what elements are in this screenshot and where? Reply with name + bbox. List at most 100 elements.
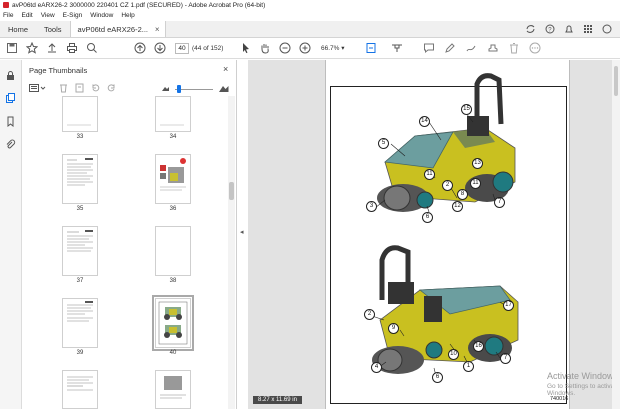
attachments-icon[interactable] — [5, 139, 16, 150]
select-cursor-icon[interactable] — [240, 42, 252, 54]
delete-pages-icon[interactable] — [58, 83, 69, 93]
page-number-input[interactable]: 40 — [175, 43, 189, 54]
menu-help[interactable]: Help — [121, 12, 134, 19]
page-fit-icon[interactable] — [365, 42, 377, 54]
thumbnail-label-40: 40 — [169, 350, 177, 356]
tab-bar: Home Tools avP06td eARX26-2... × ? — [0, 21, 620, 38]
sync-icon[interactable] — [525, 24, 536, 34]
thumbnail-page-34-content — [160, 124, 184, 126]
highlight-pen-icon[interactable] — [444, 42, 456, 54]
callout-2-bottom: 2 — [364, 309, 375, 320]
help-icon[interactable]: ? — [545, 24, 555, 34]
thumbnail-page-34[interactable] — [155, 96, 191, 132]
page-thumbnails-icon[interactable] — [5, 93, 16, 104]
menu-view[interactable]: View — [41, 12, 55, 19]
activate-windows-title: Activate Windows — [547, 371, 619, 381]
document-scrollbar[interactable] — [612, 60, 620, 409]
tab-home[interactable]: Home — [0, 21, 36, 37]
thumbnail-page-36-content — [160, 158, 186, 191]
callout-7-bottom: 7 — [500, 353, 511, 364]
extract-pages-icon[interactable] — [74, 83, 85, 93]
panel-toolbar — [22, 80, 237, 96]
main-toolbar — [0, 38, 620, 59]
thumbnail-size-slider[interactable] — [177, 85, 181, 93]
menu-window[interactable]: Window — [90, 12, 113, 19]
draw-icon[interactable] — [465, 42, 477, 54]
menu-file[interactable]: File — [3, 12, 13, 19]
save-icon[interactable] — [6, 42, 18, 54]
thumbnails-scroll-thumb[interactable] — [229, 182, 234, 200]
callout-9: 9 — [388, 323, 399, 334]
more-tools-icon[interactable] — [529, 42, 541, 54]
menu-bar: File Edit View E-Sign Window Help — [0, 10, 620, 21]
zoom-dropdown[interactable]: 66.7% ▾ — [321, 43, 355, 54]
callout-5: 5 — [378, 138, 389, 149]
previous-page-icon[interactable] — [134, 42, 146, 54]
upload-icon[interactable] — [46, 42, 58, 54]
rotate-cw-icon[interactable] — [106, 83, 117, 93]
callout-11b: 11 — [470, 178, 481, 189]
menu-esign[interactable]: E-Sign — [63, 12, 83, 19]
comment-icon[interactable] — [423, 42, 435, 54]
stamp-icon[interactable] — [487, 42, 499, 54]
thumbnail-larger-icon[interactable] — [218, 83, 229, 93]
callout-15: 15 — [461, 104, 472, 115]
tab-document-label: avP06td eARX26-2... — [77, 24, 148, 34]
thumbnail-label-39: 39 — [76, 350, 84, 356]
thumbnail-label-34: 34 — [169, 134, 177, 140]
thumbnail-page-37[interactable] — [62, 226, 98, 276]
panel-title: Page Thumbnails — [29, 66, 88, 75]
thumbnails-scrollbar[interactable] — [228, 96, 235, 409]
document-scroll-thumb[interactable] — [614, 66, 618, 96]
activate-windows-subtitle: Go to Settings to activate Windows. — [547, 383, 620, 397]
thumbnail-page-35[interactable] — [62, 154, 98, 204]
thumbnail-page-36[interactable] — [155, 154, 191, 204]
thumbnail-label-36: 36 — [169, 206, 177, 212]
roller-illustration-bottom — [371, 245, 519, 377]
zoom-out-icon[interactable] — [279, 42, 291, 54]
lock-icon[interactable] — [5, 70, 16, 81]
page-count-label: (44 of 152) — [192, 45, 224, 52]
thumbnail-page-38[interactable] — [155, 226, 191, 276]
thumbnail-page-37-content — [67, 230, 93, 252]
thumbnail-smaller-icon[interactable] — [160, 83, 171, 93]
sign-in-icon[interactable] — [602, 24, 612, 34]
close-icon[interactable]: × — [155, 25, 160, 34]
callout-11a: 11 — [424, 169, 435, 180]
next-page-icon[interactable] — [154, 42, 166, 54]
search-icon[interactable] — [86, 42, 98, 54]
thumbnail-page-40-content — [158, 301, 188, 345]
options-menu-icon[interactable] — [29, 83, 46, 93]
zoom-in-icon[interactable] — [299, 42, 311, 54]
notifications-icon[interactable] — [564, 24, 574, 34]
page-thumbnails-panel: Page Thumbnails × 33 34 35 36 37 38 39 4… — [22, 60, 237, 409]
tab-tools[interactable]: Tools — [36, 21, 70, 37]
thumbnail-page-41[interactable] — [62, 370, 98, 409]
thumbnail-page-42[interactable] — [155, 370, 191, 409]
print-icon[interactable] — [66, 42, 78, 54]
bookmarks-icon[interactable] — [5, 116, 16, 127]
callout-16: 16 — [473, 341, 484, 352]
close-panel-icon[interactable]: × — [223, 64, 228, 74]
thumbnail-page-39[interactable] — [62, 298, 98, 348]
thumbnail-label-33: 33 — [76, 134, 84, 140]
tab-document[interactable]: avP06td eARX26-2... × — [69, 21, 166, 37]
delete-icon[interactable] — [508, 42, 520, 54]
callout-6a: 6 — [422, 212, 433, 223]
thumbnail-page-41-content — [67, 376, 93, 391]
thumbnail-page-35-content — [67, 158, 93, 186]
thumbnail-page-40[interactable] — [152, 295, 194, 351]
page-size-badge: 8.27 x 11.69 in — [253, 396, 302, 404]
callout-12: 12 — [452, 201, 463, 212]
apps-grid-icon[interactable] — [583, 24, 593, 34]
acrobat-app-icon — [3, 2, 9, 8]
callout-1: 1 — [463, 361, 474, 372]
thumbnail-page-33[interactable] — [62, 96, 98, 132]
rotate-ccw-icon[interactable] — [90, 83, 101, 93]
thumbnail-page-39-content — [67, 301, 93, 322]
collapse-panel-icon[interactable]: ◂ — [240, 228, 244, 236]
scroll-mode-icon[interactable] — [391, 42, 403, 54]
hand-tool-icon[interactable] — [259, 42, 271, 54]
menu-edit[interactable]: Edit — [21, 12, 32, 19]
bookmark-star-icon[interactable] — [26, 42, 38, 54]
